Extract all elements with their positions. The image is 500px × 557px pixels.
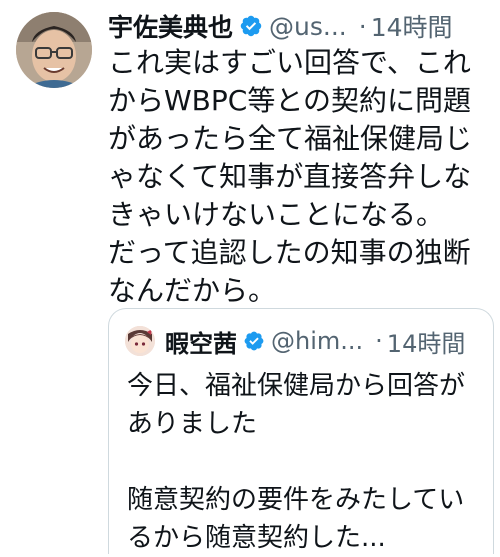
verified-badge-icon	[240, 15, 262, 37]
author-display-name[interactable]: 宇佐美典也	[108, 8, 233, 44]
verified-badge-icon	[244, 331, 264, 351]
quoted-tweet[interactable]: 暇空茜 @him... · 14時間 今日、福祉保健局から回答がありました 随意…	[108, 308, 494, 554]
tweet-header: 宇佐美典也 @us... · 14時間	[108, 6, 453, 46]
quoted-tweet-header: 暇空茜 @him... · 14時間	[125, 323, 465, 359]
tweet[interactable]: 宇佐美典也 @us... · 14時間 これ実はすごい回答で、これからWBPC等…	[0, 0, 500, 554]
quoted-tweet-text: 今日、福祉保健局から回答がありました 随意契約の要件をみたしているから随意契約し…	[127, 371, 466, 553]
separator-dot: ·	[375, 327, 383, 355]
avatar-illustration-icon	[125, 326, 155, 356]
quoted-author-display-name[interactable]: 暇空茜	[165, 324, 237, 359]
quoted-author-handle[interactable]: @him...	[271, 327, 363, 355]
separator-dot: ·	[358, 11, 367, 41]
author-avatar[interactable]	[16, 12, 92, 88]
avatar-photo-icon	[16, 12, 92, 88]
quoted-tweet-timestamp[interactable]: 14時間	[387, 324, 466, 359]
tweet-timestamp[interactable]: 14時間	[371, 8, 453, 44]
tweet-text: これ実はすごい回答で、これからWBPC等との契約に問題があったら全て福祉保健局じ…	[108, 46, 473, 307]
author-handle[interactable]: @us...	[269, 12, 347, 41]
quoted-author-avatar[interactable]	[125, 326, 155, 356]
